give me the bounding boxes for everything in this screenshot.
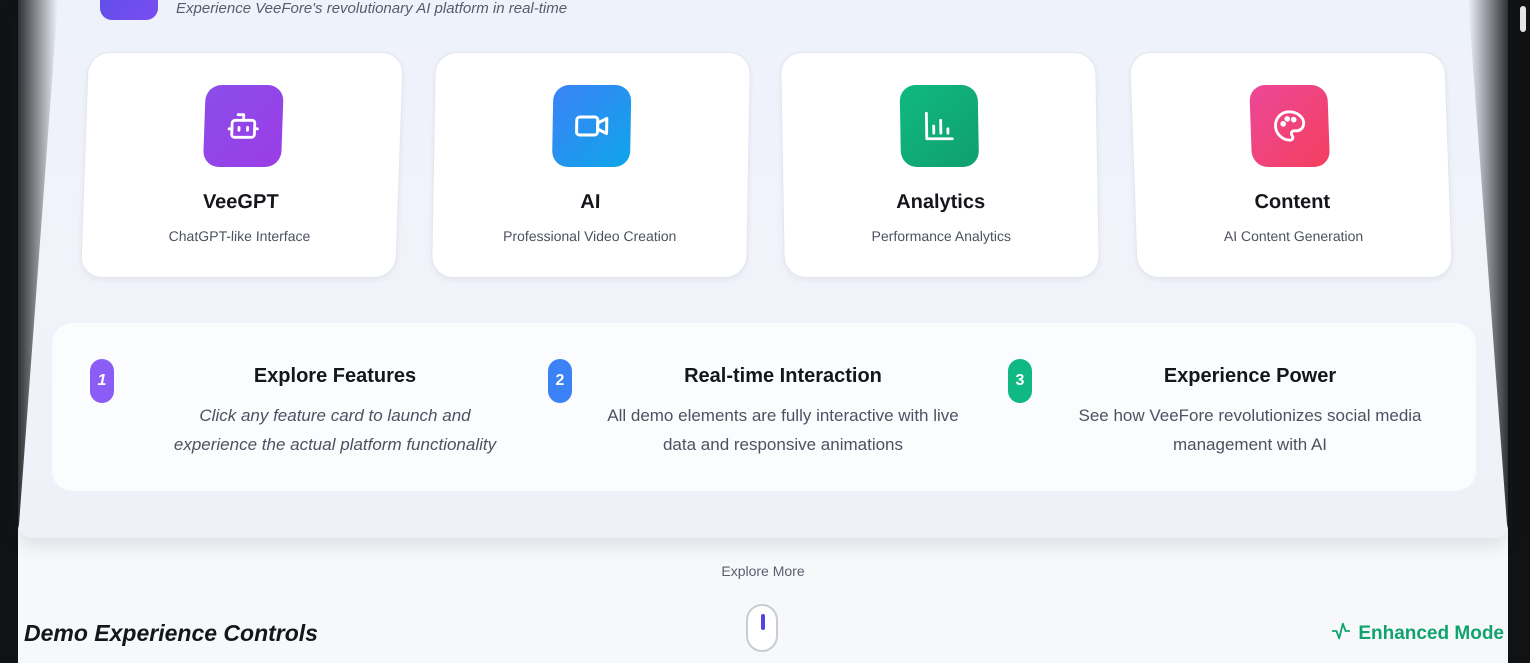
step-title: Experience Power bbox=[1163, 365, 1337, 387]
page: Experience VeeFore's revolutionary AI pl… bbox=[18, 0, 1508, 663]
step-title: Real-time Interaction bbox=[684, 365, 882, 387]
feature-title: VeeGPT bbox=[202, 191, 279, 213]
feature-desc: AI Content Generation bbox=[1223, 228, 1364, 244]
feature-desc: Performance Analytics bbox=[871, 228, 1012, 244]
step-desc: All demo elements are fully interactive … bbox=[607, 406, 959, 454]
hero-badge-icon bbox=[100, 0, 158, 20]
hero-subtitle: Experience VeeFore's revolutionary AI pl… bbox=[176, 0, 568, 17]
feature-card-ai[interactable]: AI Professional Video Creation bbox=[431, 52, 751, 278]
palette-icon bbox=[1249, 85, 1331, 167]
window-frame-left bbox=[0, 0, 18, 663]
enhanced-mode-label: Enhanced Mode bbox=[1358, 623, 1504, 644]
bar-chart-icon bbox=[899, 85, 980, 167]
step-number-badge: 2 bbox=[548, 359, 572, 403]
step-desc: Click any feature card to launch and exp… bbox=[173, 406, 497, 454]
feature-desc: Professional Video Creation bbox=[502, 228, 677, 244]
explore-more-label[interactable]: Explore More bbox=[18, 563, 1508, 579]
feature-title: Analytics bbox=[895, 191, 986, 213]
feature-card-veegpt[interactable]: VeeGPT ChatGPT-like Interface bbox=[80, 52, 404, 278]
step-title: Explore Features bbox=[253, 365, 417, 387]
feature-title: Content bbox=[1254, 191, 1331, 213]
scroll-indicator-dot bbox=[761, 614, 765, 630]
window-frame-right bbox=[1508, 0, 1530, 663]
feature-card-content[interactable]: Content AI Content Generation bbox=[1129, 52, 1453, 278]
step-experience-power: 3 Experience Power See how VeeFore revol… bbox=[1008, 323, 1452, 491]
feature-desc: ChatGPT-like Interface bbox=[168, 228, 311, 244]
bot-icon bbox=[202, 85, 284, 167]
feature-card-analytics[interactable]: Analytics Performance Analytics bbox=[780, 52, 1100, 278]
how-it-works-steps: 1 Explore Features Click any feature car… bbox=[52, 323, 1476, 491]
step-desc: See how VeeFore revolutionizes social me… bbox=[1078, 406, 1422, 454]
step-number-badge: 3 bbox=[1008, 359, 1032, 403]
enhanced-mode-toggle[interactable]: Enhanced Mode bbox=[1330, 620, 1504, 648]
video-icon bbox=[551, 85, 632, 167]
scrollbar-thumb[interactable] bbox=[1520, 6, 1526, 32]
step-explore-features: 1 Explore Features Click any feature car… bbox=[90, 323, 530, 491]
scroll-indicator[interactable] bbox=[746, 604, 778, 652]
activity-icon bbox=[1330, 620, 1352, 648]
feature-cards: VeeGPT ChatGPT-like Interface AI Profess… bbox=[18, 52, 1508, 280]
demo-controls-title: Demo Experience Controls bbox=[24, 620, 318, 646]
step-number-badge: 1 bbox=[90, 359, 114, 403]
feature-title: AI bbox=[580, 191, 601, 213]
demo-hero-panel: Experience VeeFore's revolutionary AI pl… bbox=[18, 0, 1508, 538]
step-real-time-interaction: 2 Real-time Interaction All demo element… bbox=[548, 323, 988, 491]
